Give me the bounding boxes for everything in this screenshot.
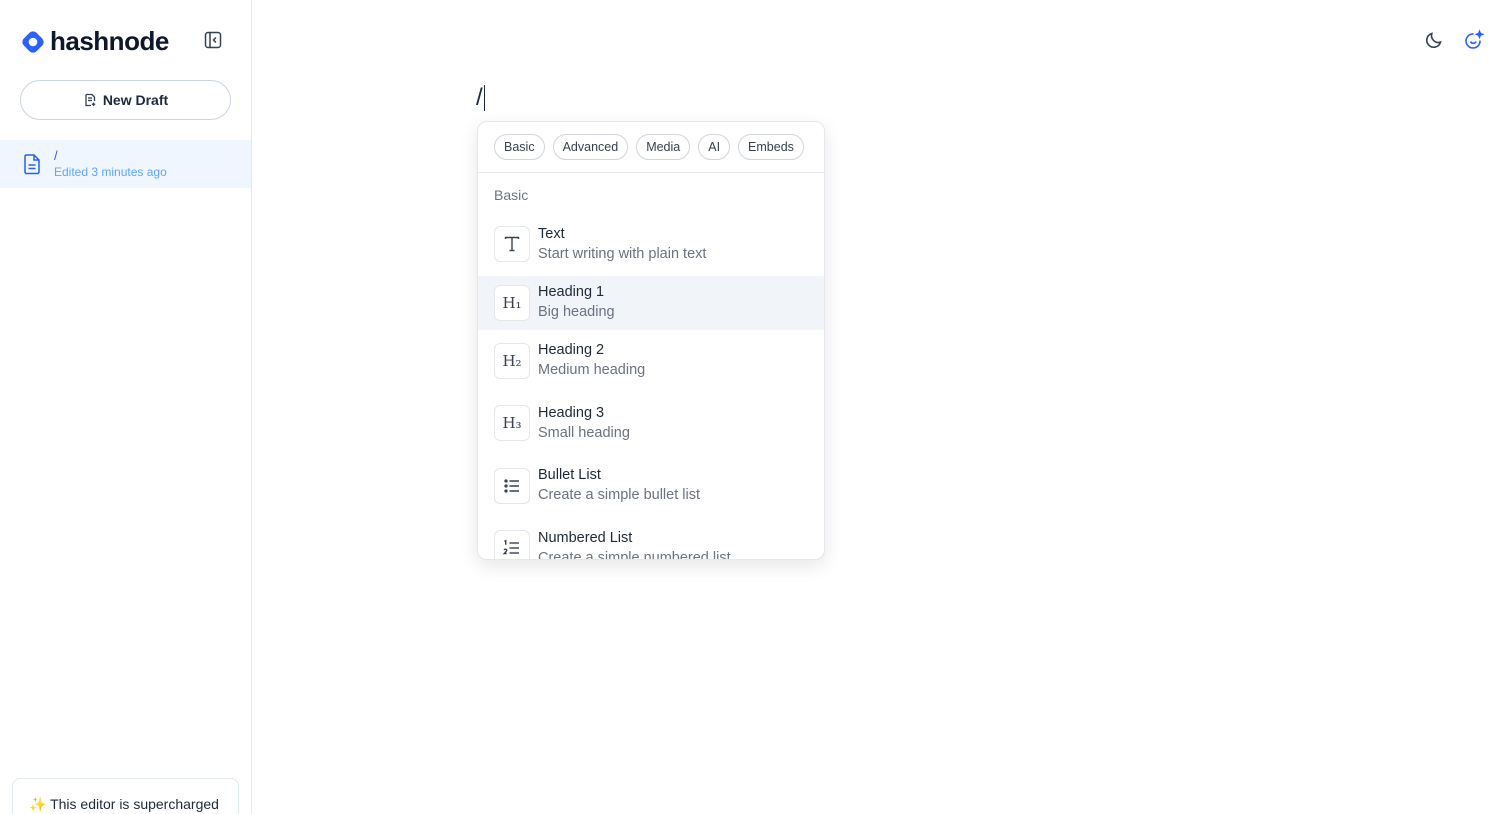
editor-content[interactable]: / xyxy=(476,84,486,112)
ai-assistant-button[interactable] xyxy=(1462,28,1486,52)
menu-item-title: Bullet List xyxy=(538,467,601,484)
menu-item-heading-2[interactable]: H₂ Heading 2 Medium heading xyxy=(478,330,824,393)
dark-mode-toggle[interactable] xyxy=(1422,28,1446,52)
brand-name: hashnode xyxy=(50,26,169,56)
tab-advanced[interactable]: Advanced xyxy=(552,134,629,160)
menu-item-description: Small heading xyxy=(538,424,630,441)
menu-item-title: Heading 1 xyxy=(538,284,605,300)
new-draft-label: New Draft xyxy=(102,92,169,108)
hashnode-logo[interactable]: hashnode xyxy=(20,26,169,57)
new-draft-button[interactable]: New Draft xyxy=(20,80,231,120)
collapse-sidebar-button[interactable] xyxy=(201,28,225,52)
draft-list-item[interactable]: / Edited 3 minutes ago xyxy=(0,140,251,188)
tab-basic[interactable]: Basic xyxy=(494,134,545,160)
menu-item-description: Big heading xyxy=(538,304,615,320)
section-label: Basic xyxy=(494,187,529,203)
menu-item-heading-3[interactable]: H₃ Heading 3 Small heading xyxy=(478,392,824,455)
menu-item-heading-1[interactable]: H₁ Heading 1 Big heading xyxy=(478,275,824,330)
menu-item-title: Heading 3 xyxy=(538,404,605,421)
heading-3-icon: H₃ xyxy=(494,405,530,442)
menu-item-title: Numbered List xyxy=(538,529,633,546)
ai-sparkle-icon xyxy=(1465,29,1485,49)
menu-item-numbered-list[interactable]: Numbered List Create a simple numbered l… xyxy=(478,517,824,560)
sidebar: hashnode New Draft / Edited 3 minutes ag… xyxy=(0,0,252,814)
numbered-list-icon xyxy=(494,530,530,559)
new-draft-icon xyxy=(85,93,96,107)
heading-1-icon: H₁ xyxy=(494,284,530,321)
draft-title: / xyxy=(54,148,58,163)
menu-item-bullet-list[interactable]: Bullet List Create a simple bullet list xyxy=(478,455,824,518)
text-icon xyxy=(494,226,530,263)
supercharged-banner[interactable]: ✨ This editor is supercharged xyxy=(12,778,239,814)
text-caret xyxy=(483,85,486,111)
menu-category-tabs: Basic Advanced Media AI Embeds xyxy=(478,122,824,173)
slash-command-menu: Basic Advanced Media AI Embeds Basic Tex… xyxy=(477,121,825,560)
bullet-list-icon xyxy=(494,467,530,504)
tab-embeds[interactable]: Embeds xyxy=(738,134,804,160)
tab-ai[interactable]: AI xyxy=(698,134,731,160)
draft-edited-time: Edited 3 minutes ago xyxy=(54,165,167,179)
menu-item-description: Medium heading xyxy=(538,362,646,379)
tab-media[interactable]: Media xyxy=(636,134,691,160)
menu-item-description: Create a simple bullet list xyxy=(538,487,700,504)
document-icon xyxy=(24,154,40,175)
editor-text[interactable]: / xyxy=(476,84,483,112)
moon-icon xyxy=(1426,32,1442,48)
sidebar-collapse-icon xyxy=(204,31,222,49)
menu-item-title: Heading 2 xyxy=(538,342,605,359)
menu-item-description: Start writing with plain text xyxy=(538,245,707,262)
menu-item-title: Text xyxy=(538,225,565,242)
heading-2-icon: H₂ xyxy=(494,342,530,379)
menu-item-description: Create a simple numbered list xyxy=(538,549,731,560)
hashnode-logo-icon xyxy=(22,30,44,53)
menu-item-text[interactable]: Text Start writing with plain text xyxy=(478,213,824,276)
